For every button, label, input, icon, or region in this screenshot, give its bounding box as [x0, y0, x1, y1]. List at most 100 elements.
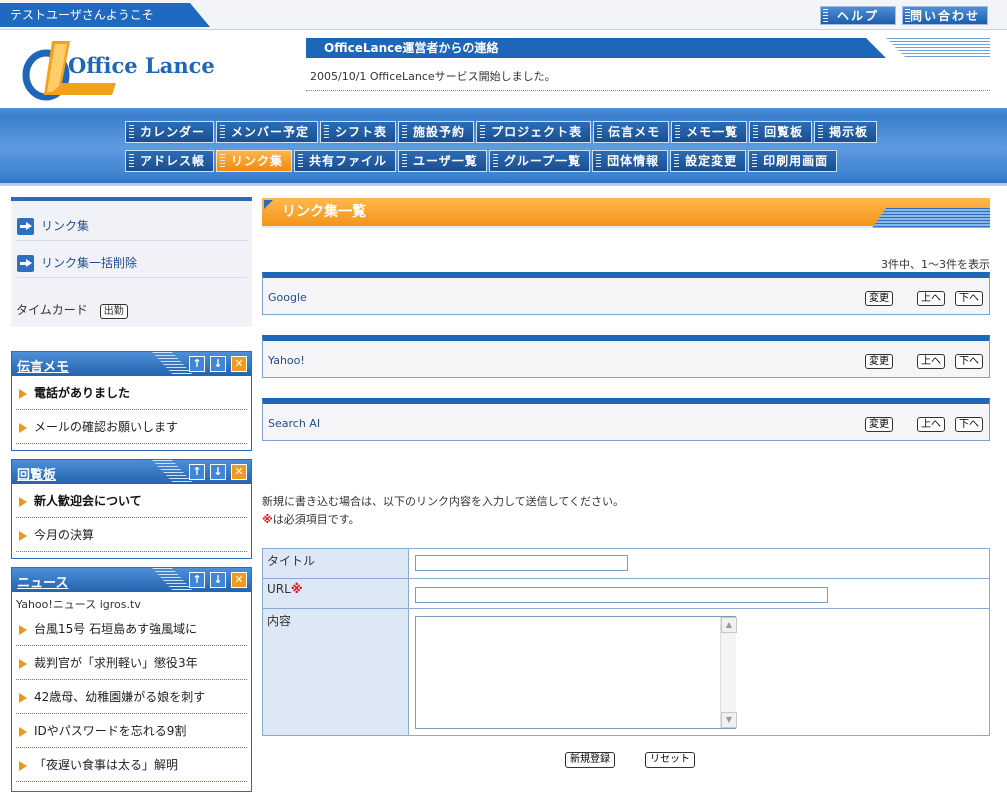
register-button[interactable]: 新規登録 — [565, 752, 615, 768]
form-row-content: 内容 ▲ ▼ — [263, 609, 989, 735]
move-down-button[interactable]: 下へ — [955, 291, 983, 306]
nav-group-list-label: グループ一覧 — [503, 154, 582, 168]
move-down-button[interactable]: 下へ — [955, 354, 983, 369]
required-mark: ※ — [290, 582, 303, 596]
bullet-triangle-icon — [19, 389, 27, 399]
move-up-icon[interactable]: ↑ — [189, 356, 205, 372]
notice-bar-stripes — [886, 38, 990, 58]
timecard: タイムカード 出勤 — [16, 301, 128, 319]
close-icon[interactable]: ✕ — [231, 572, 247, 588]
news-panel: ニュース ↑ ↓ ✕ Yahoo!ニュース igros.tv 台風15号 石垣島… — [11, 567, 252, 792]
edit-button[interactable]: 変更 — [865, 291, 893, 306]
move-up-button[interactable]: 上へ — [917, 417, 945, 432]
list-item[interactable]: メールの確認お願いします — [16, 410, 247, 444]
nav-memo-list[interactable]: メモ一覧 — [671, 121, 748, 143]
link-item: Yahoo! 変更 上へ 下へ — [262, 335, 990, 378]
nav-address-book[interactable]: アドレス帳 — [125, 150, 215, 172]
news-panel-header: ニュース ↑ ↓ ✕ — [12, 568, 251, 592]
grip-icon — [324, 125, 330, 139]
move-up-button[interactable]: 上へ — [917, 291, 945, 306]
sidebar-link-collection[interactable]: リンク集 — [17, 211, 247, 241]
contact-button[interactable]: 問い合わせ — [902, 6, 988, 25]
nav-message-memo-label: 伝言メモ — [608, 125, 661, 139]
notice-text: 2005/10/1 OfficeLanceサービス開始しました。 — [310, 70, 556, 83]
link-name[interactable]: Yahoo! — [268, 354, 305, 367]
list-item[interactable]: 今月の決算 — [16, 518, 247, 552]
nav-bulletin[interactable]: 掲示板 — [814, 121, 878, 143]
welcome-message: テストユーザさんようこそ — [0, 3, 210, 27]
move-up-button[interactable]: 上へ — [917, 354, 945, 369]
header-stripes — [152, 460, 194, 484]
close-icon[interactable]: ✕ — [231, 356, 247, 372]
sidebar-link-collection-label: リンク集 — [41, 219, 90, 233]
sidebar-link-bulk-delete[interactable]: リンク集一括削除 — [17, 248, 247, 278]
title-input[interactable] — [415, 555, 628, 571]
nav-print-view[interactable]: 印刷用画面 — [748, 150, 838, 172]
nav-settings-label: 設定変更 — [685, 154, 738, 168]
required-note-text: は必須項目です。 — [272, 513, 360, 526]
content-textarea[interactable] — [415, 616, 736, 729]
notice-divider — [306, 90, 990, 91]
link-form: タイトル URL※ 内容 ▲ ▼ — [262, 548, 990, 736]
nav-links[interactable]: リンク集 — [216, 150, 293, 172]
clock-in-button[interactable]: 出勤 — [99, 304, 128, 319]
news-item[interactable]: 「夜遅い食事は太る」解明 — [16, 748, 247, 782]
nav-member-schedule[interactable]: メンバー予定 — [216, 121, 319, 143]
news-panel-title[interactable]: ニュース — [17, 572, 68, 591]
news-item[interactable]: IDやパスワードを忘れる9割 — [16, 714, 247, 748]
grip-icon — [129, 154, 134, 168]
circular-panel: 回覧板 ↑ ↓ ✕ 新人歓迎会について 今月の決算 — [11, 459, 252, 559]
nav-settings[interactable]: 設定変更 — [670, 150, 747, 172]
close-icon[interactable]: ✕ — [231, 464, 247, 480]
nav-shared-files[interactable]: 共有ファイル — [294, 150, 397, 172]
textarea-scrollbar[interactable]: ▲ ▼ — [720, 617, 737, 728]
move-down-button[interactable]: 下へ — [955, 417, 983, 432]
nav-group-list[interactable]: グループ一覧 — [488, 150, 591, 172]
list-item[interactable]: 新人歓迎会について — [16, 484, 247, 518]
bullet-triangle-icon — [19, 727, 27, 737]
news-item-label: 「夜遅い食事は太る」解明 — [34, 758, 179, 772]
scroll-up-icon[interactable]: ▲ — [721, 617, 737, 633]
main-navigation: カレンダー メンバー予定 シフト表 施設予約 プロジェクト表 伝言メモ メモ一覧… — [0, 108, 1007, 186]
move-down-icon[interactable]: ↓ — [210, 356, 226, 372]
nav-user-list[interactable]: ユーザ一覧 — [398, 150, 487, 172]
form-row-url: URL※ — [263, 579, 989, 609]
link-name[interactable]: Google — [268, 291, 307, 304]
help-button[interactable]: ヘルプ — [820, 6, 896, 25]
nav-project[interactable]: プロジェクト表 — [476, 121, 592, 143]
title-label: タイトル — [263, 549, 409, 578]
list-item[interactable]: 電話がありました — [16, 376, 247, 410]
edit-button[interactable]: 変更 — [865, 354, 893, 369]
move-up-icon[interactable]: ↑ — [189, 572, 205, 588]
move-down-icon[interactable]: ↓ — [210, 572, 226, 588]
scroll-down-icon[interactable]: ▼ — [721, 712, 737, 728]
sidebar-link-bulk-delete-label: リンク集一括削除 — [41, 256, 138, 270]
link-name[interactable]: Search AI — [268, 417, 320, 430]
memo-panel-title[interactable]: 伝言メモ — [17, 356, 69, 375]
edit-button[interactable]: 変更 — [865, 417, 893, 432]
circular-panel-title[interactable]: 回覧板 — [17, 464, 56, 483]
bullet-triangle-icon — [19, 693, 27, 703]
nav-row-2: アドレス帳 リンク集 共有ファイル ユーザ一覧 グループ一覧 団体情報 設定変更… — [125, 150, 838, 172]
reset-button[interactable]: リセット — [645, 752, 695, 768]
nav-org-info[interactable]: 団体情報 — [592, 150, 669, 172]
nav-message-memo[interactable]: 伝言メモ — [593, 121, 670, 143]
nav-circular[interactable]: 回覧板 — [749, 121, 813, 143]
news-source[interactable]: Yahoo!ニュース igros.tv — [12, 592, 251, 612]
office-lance-logo[interactable]: Office Lance — [22, 37, 262, 101]
nav-circular-label: 回覧板 — [764, 125, 804, 139]
news-item[interactable]: 裁判官が「求刑軽い」懲役3年 — [16, 646, 247, 680]
move-up-icon[interactable]: ↑ — [189, 464, 205, 480]
svg-text:Office Lance: Office Lance — [68, 53, 215, 78]
nav-facility[interactable]: 施設予約 — [398, 121, 475, 143]
nav-address-book-label: アドレス帳 — [140, 154, 206, 168]
news-item[interactable]: 台風15号 石垣島あす強風域に — [16, 612, 247, 646]
list-item-label: 電話がありました — [34, 386, 131, 400]
url-input[interactable] — [415, 587, 828, 603]
nav-user-list-label: ユーザ一覧 — [413, 154, 478, 168]
move-down-icon[interactable]: ↓ — [210, 464, 226, 480]
news-item[interactable]: 42歳母、幼稚園嫌がる娘を刺す — [16, 680, 247, 714]
nav-shift[interactable]: シフト表 — [320, 121, 397, 143]
nav-calendar[interactable]: カレンダー — [125, 121, 215, 143]
header-stripes — [152, 568, 194, 592]
